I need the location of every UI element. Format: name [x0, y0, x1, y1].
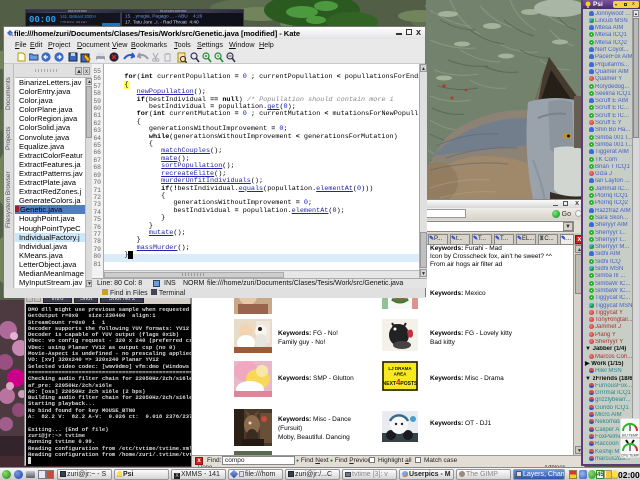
svg-text:CPU TEMP: CPU TEMP: [621, 454, 640, 458]
svg-text:AREA: AREA: [394, 372, 408, 377]
svg-text:S/U TEMP: S/U TEMP: [622, 434, 639, 438]
svg-text:LJ DRAMA: LJ DRAMA: [388, 366, 412, 371]
